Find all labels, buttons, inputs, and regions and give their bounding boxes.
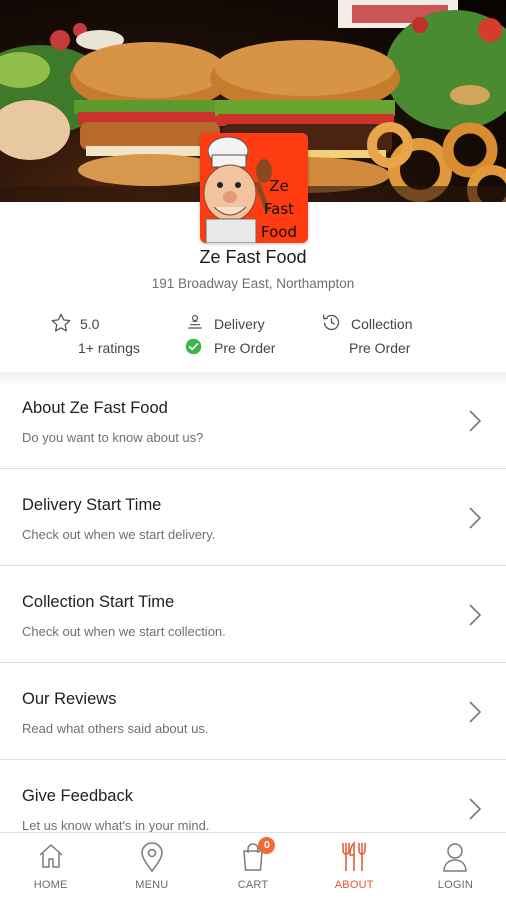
list-item-title: About Ze Fast Food: [22, 399, 168, 417]
user-icon: [440, 841, 470, 878]
chevron-right-icon: [468, 603, 482, 632]
list-item-title: Collection Start Time: [22, 593, 175, 611]
nav-home[interactable]: HOME: [0, 833, 101, 900]
nav-label: MENU: [135, 879, 169, 891]
logo-text: Ze Fast Food: [256, 175, 302, 243]
list-item-subtitle: Do you want to know about us?: [22, 430, 204, 445]
list-item-delivery-start-time[interactable]: Delivery Start Time Check out when we st…: [0, 469, 506, 566]
nav-label: LOGIN: [437, 879, 474, 891]
nav-cart[interactable]: 0 CART: [202, 833, 303, 900]
list-top-shadow: [0, 372, 506, 386]
list-item-subtitle: Let us know what's in your mind.: [22, 818, 210, 832]
list-item-feedback[interactable]: Give Feedback Let us know what's in your…: [0, 760, 506, 832]
logo-text-line: Fast: [263, 200, 295, 218]
home-icon: [36, 841, 66, 876]
collection-status: Pre Order: [349, 340, 411, 356]
store-logo: Ze Fast Food: [200, 133, 308, 243]
logo-text-line: Ze: [269, 177, 289, 195]
nav-login[interactable]: LOGIN: [405, 833, 506, 900]
store-name: Ze Fast Food: [199, 247, 307, 267]
clock-history-icon: [321, 312, 342, 336]
rating-value: 5.0: [80, 316, 100, 332]
delivery-scooter-icon: [185, 313, 205, 336]
list-item-subtitle: Check out when we start collection.: [22, 624, 226, 639]
chevron-right-icon: [468, 409, 482, 438]
collection-info: Collection Pre Order: [321, 312, 412, 360]
list-item-title: Delivery Start Time: [22, 496, 162, 514]
about-list: About Ze Fast Food Do you want to know a…: [0, 372, 506, 832]
nav-label: HOME: [33, 879, 68, 891]
nav-label: ABOUT: [334, 879, 374, 891]
list-item-title: Give Feedback: [22, 787, 133, 805]
nav-about[interactable]: ABOUT: [304, 833, 405, 900]
list-item-reviews[interactable]: Our Reviews Read what others said about …: [0, 663, 506, 760]
chevron-right-icon: [468, 797, 482, 826]
list-item-subtitle: Check out when we start delivery.: [22, 527, 216, 542]
nav-menu[interactable]: MENU: [101, 833, 202, 900]
list-item-collection-start-time[interactable]: Collection Start Time Check out when we …: [0, 566, 506, 663]
fork-knife-icon: [337, 841, 371, 878]
cart-count-badge: 0: [258, 837, 276, 854]
chevron-right-icon: [468, 506, 482, 535]
map-pin-icon: [137, 841, 167, 878]
list-item-about[interactable]: About Ze Fast Food Do you want to know a…: [0, 372, 506, 469]
collection-label: Collection: [351, 316, 413, 332]
store-address: 191 Broadway East, Northampton: [151, 276, 355, 291]
list-item-title: Our Reviews: [22, 690, 117, 708]
star-icon: [50, 312, 72, 337]
logo-text-line: Food: [261, 223, 297, 241]
rating-count: 1+ ratings: [78, 340, 140, 356]
bottom-nav: HOME MENU 0 CART ABOUT LOGIN: [0, 832, 506, 900]
chevron-right-icon: [468, 700, 482, 729]
rating-info: 5.0 1+ ratings: [50, 312, 140, 360]
delivery-label: Delivery: [214, 316, 265, 332]
delivery-info: Delivery Pre Order: [185, 312, 275, 360]
delivery-status: Pre Order: [214, 340, 276, 356]
check-circle-icon: [185, 338, 202, 358]
nav-label: CART: [237, 879, 269, 891]
list-item-subtitle: Read what others said about us.: [22, 721, 209, 736]
